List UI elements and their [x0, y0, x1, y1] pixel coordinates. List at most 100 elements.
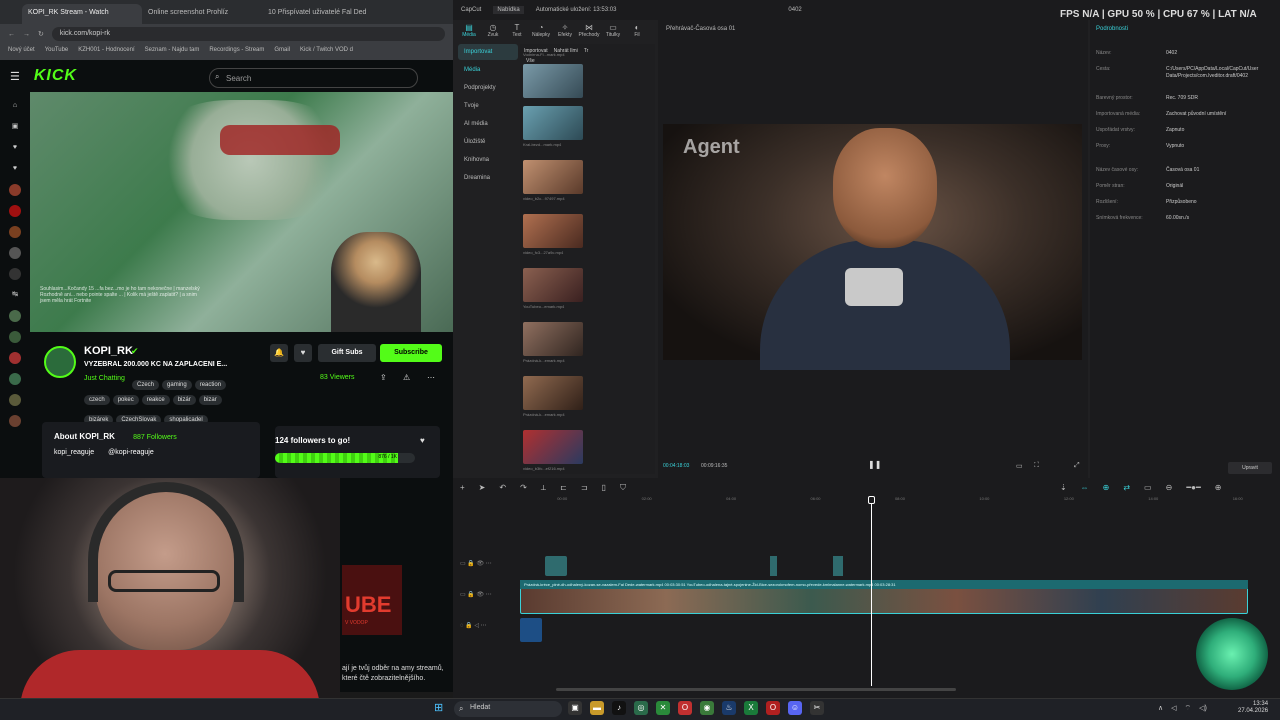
undo-icon[interactable]: ↶ [499, 483, 506, 495]
audio-track-controls[interactable]: ◌ 🔒 ◁ ⋯ [460, 622, 516, 629]
bookmark-item[interactable]: KZH001 - Hodnocení [78, 47, 134, 57]
fullscreen-icon[interactable]: ⤢ [1074, 462, 1080, 470]
audio-clip[interactable] [520, 618, 542, 642]
preview-axis-icon[interactable]: ▭ [1144, 483, 1152, 495]
xbox-icon[interactable]: ✕ [656, 701, 670, 715]
media-thumbnail[interactable] [523, 214, 583, 248]
tag[interactable]: bizár [172, 395, 196, 405]
tool-stickers[interactable]: ◔ Nálepky [530, 20, 552, 42]
report-icon[interactable]: ⚠ [403, 373, 410, 382]
follow-heart-button[interactable]: ♥ [294, 344, 312, 362]
channel-avatar[interactable] [9, 331, 21, 343]
menu-button[interactable]: Nabídka [493, 6, 524, 14]
lib-import[interactable]: Importovat [458, 44, 518, 60]
overlay-clip[interactable] [770, 556, 777, 576]
channel-avatar[interactable] [44, 346, 76, 378]
zoom-out-icon[interactable]: ⊖ [1166, 483, 1173, 495]
timeline-ruler[interactable]: 00:00 02:00 04:00 06:00 08:00 10:00 12:0… [520, 496, 1280, 506]
media-thumbnail[interactable] [523, 376, 583, 410]
tool-filters[interactable]: ◐ Fil [626, 20, 648, 42]
shield-icon[interactable]: ⛉ [620, 483, 626, 495]
tool-effects[interactable]: ✧ Efekty [554, 20, 576, 42]
sort-button[interactable]: Tr [584, 48, 589, 54]
ratio-icon[interactable]: ▭ [1016, 462, 1023, 470]
media-thumbnail[interactable] [523, 430, 583, 464]
redo-icon[interactable]: ↷ [520, 483, 527, 495]
media-thumbnail[interactable] [523, 64, 583, 98]
overlay-clip[interactable] [545, 556, 567, 576]
playhead[interactable] [871, 496, 872, 686]
tag[interactable]: reakce [141, 395, 170, 405]
notification-bell-button[interactable]: 🔔 [270, 344, 288, 362]
bookmark-item[interactable]: YouTube [45, 47, 69, 57]
youtube-link[interactable]: @kopi-reaguje [108, 449, 154, 456]
excel-icon[interactable]: X [744, 701, 758, 715]
browser-tab-users[interactable]: 10 Přispívatel uživatelé Fal Ded [262, 4, 382, 24]
add-icon[interactable]: + [460, 483, 465, 495]
channel-avatar[interactable] [9, 247, 21, 259]
channel-avatar[interactable] [9, 415, 21, 427]
tool-transitions[interactable]: ⋈ Přechody [578, 20, 600, 42]
tool-captions[interactable]: ▭ Titulky [602, 20, 624, 42]
media-thumbnail[interactable] [523, 322, 583, 356]
reload-icon[interactable]: ↻ [38, 30, 44, 38]
windows-start-icon[interactable]: ⊞ [434, 702, 446, 714]
zoom-in-icon[interactable]: ⊕ [1215, 483, 1222, 495]
media-thumbnail[interactable] [523, 106, 583, 140]
lib-dreamina[interactable]: Dreamina [458, 170, 518, 186]
more-icon[interactable]: ⋯ [427, 373, 435, 382]
subscribe-button[interactable]: Subscribe [380, 344, 442, 362]
steam-icon[interactable]: ♨ [722, 701, 736, 715]
file-explorer-icon[interactable]: ▬ [590, 701, 604, 715]
browser-tab-kick[interactable]: KOPI_RK Stream - Watch [22, 4, 142, 24]
timeline-scrollbar[interactable] [556, 688, 956, 691]
chevron-up-icon[interactable]: ∧ [1158, 704, 1163, 713]
discord-icon[interactable]: ☺ [788, 701, 802, 715]
channel-avatar[interactable] [9, 205, 21, 217]
mic-icon[interactable]: ⇣ [1060, 483, 1067, 495]
snap-icon[interactable]: ⇄ [1123, 483, 1130, 495]
network-icon[interactable]: ⌔ [1185, 704, 1192, 713]
trim-left-icon[interactable]: ⊏ [560, 483, 567, 495]
channel-avatar[interactable] [9, 352, 21, 364]
channel-avatar[interactable] [9, 310, 21, 322]
lib-ai-media[interactable]: AI média [458, 116, 518, 132]
zoom-slider[interactable]: ━●━ [1186, 483, 1200, 495]
gift-subs-button[interactable]: Gift Subs [318, 344, 376, 362]
magnet-icon[interactable]: ⊕ [1103, 483, 1110, 495]
tiktok-icon[interactable]: ♪ [612, 701, 626, 715]
taskbar-clock[interactable]: 13:34 27.04.2026 [1238, 701, 1268, 715]
media-thumbnail[interactable] [523, 160, 583, 194]
app-icon[interactable]: ◎ [634, 701, 648, 715]
share-icon[interactable]: ⇪ [380, 373, 387, 382]
bookmark-item[interactable]: Kick / Twitch VOD d [300, 47, 353, 57]
channel-avatar[interactable] [9, 268, 21, 280]
playhead-handle[interactable] [868, 496, 875, 504]
main-track-controls[interactable]: ▭ 🔒 👁 ⋯ [460, 591, 516, 598]
tool-text[interactable]: T Text [506, 20, 528, 42]
lib-media[interactable]: Média [458, 62, 518, 78]
media-thumbnail[interactable] [523, 268, 583, 302]
pause-icon[interactable]: ❚❚ [868, 460, 881, 469]
home-icon[interactable]: ⌂ [9, 100, 21, 112]
volume-icon[interactable]: ◁) [1199, 704, 1207, 713]
bookmark-item[interactable]: Seznam - Najdu tam [145, 47, 200, 57]
menu-icon[interactable]: ☰ [10, 70, 20, 83]
capcut-icon[interactable]: ✂ [810, 701, 824, 715]
heart-icon[interactable]: ♥ [9, 163, 21, 175]
tool-media[interactable]: ▤ Média [458, 20, 480, 42]
tag[interactable]: bizar [198, 395, 222, 405]
collapse-icon[interactable]: ↹ [9, 289, 21, 301]
heart-icon[interactable]: ♥ [420, 436, 425, 445]
search-input[interactable]: Search [209, 68, 418, 88]
trim-right-icon[interactable]: ⊐ [581, 483, 588, 495]
following-icon[interactable]: ♥ [9, 142, 21, 154]
overlay-track-controls[interactable]: ▭ 🔒 👁 ⋯ [460, 560, 516, 567]
channel-avatar[interactable] [9, 226, 21, 238]
browse-icon[interactable]: ▣ [9, 121, 21, 133]
instagram-link[interactable]: kopi_reaguje [54, 449, 94, 456]
opera-icon[interactable]: O [678, 701, 692, 715]
bookmark-item[interactable]: Gmail [274, 47, 290, 57]
tool-audio[interactable]: ◷ Zvuk [482, 20, 504, 42]
opera-gx-icon[interactable]: O [766, 701, 780, 715]
